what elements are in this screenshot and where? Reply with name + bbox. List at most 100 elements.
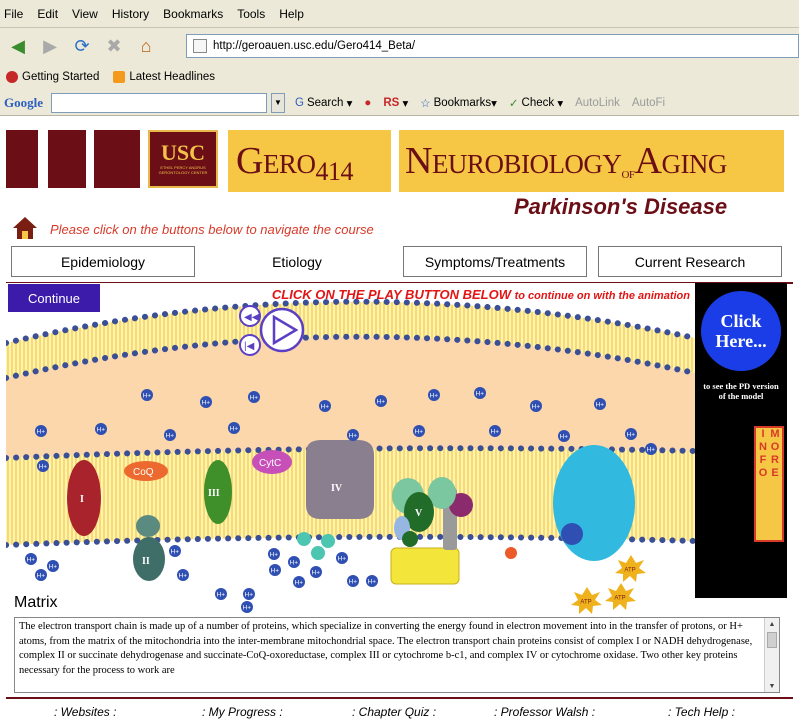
search-icon: G (295, 96, 304, 109)
pd-note: to see the PD version of the model (703, 381, 779, 401)
pagerank-icon[interactable]: ● (364, 97, 371, 109)
hplus-ion-label: H+ (349, 433, 358, 440)
hplus-ion-label: H+ (476, 391, 485, 398)
menu-tools[interactable]: Tools (237, 7, 265, 21)
footer-link-tech-help[interactable]: : Tech Help : (668, 705, 735, 719)
bookmarks-star-button[interactable]: ☆ Bookmarks ▾ (420, 96, 497, 110)
click-here-button[interactable]: Click Here... (701, 291, 781, 371)
description-scrollbar[interactable]: ▲ ▼ (764, 618, 779, 692)
home-icon[interactable] (12, 216, 38, 240)
hplus-ion-label: H+ (290, 560, 299, 567)
autofill-button[interactable]: AutoFi (632, 97, 665, 109)
complex-ii-label: II (142, 556, 150, 567)
svg-text:|◀: |◀ (244, 341, 255, 352)
hplus-ion-label: H+ (37, 573, 46, 580)
footer-link-chapter-quiz[interactable]: : Chapter Quiz : (352, 705, 436, 719)
scroll-thumb[interactable] (767, 632, 777, 648)
course-title-part2: Aging (634, 140, 728, 182)
usc-logo: USC ETHEL PERCY ANDRUS GERONTOLOGY CENTE… (148, 130, 218, 188)
hplus-ion-label: H+ (627, 432, 636, 439)
complex-i-label: I (80, 494, 84, 505)
hplus-ion-label: H+ (271, 568, 280, 575)
pd-side-panel: Click Here... to see the PD version of t… (695, 283, 787, 598)
hplus-ion-label: H+ (270, 552, 279, 559)
usc-logo-text: USC (160, 140, 205, 166)
coq-label: CoQ (133, 467, 154, 478)
stop-icon[interactable]: ✖ (102, 34, 126, 58)
course-code-banner: Gero 414 (228, 130, 391, 192)
google-search-dropdown[interactable]: ▼ (271, 92, 285, 113)
header-bar (94, 130, 140, 188)
bookmark-label: Getting Started (22, 71, 100, 83)
scroll-up-icon[interactable]: ▲ (765, 618, 779, 630)
spellcheck-icon: ✓ (508, 97, 519, 110)
header-bar (6, 130, 38, 188)
spell-check-button[interactable]: ✓ Check ▾ (509, 96, 563, 110)
menu-bookmarks[interactable]: Bookmarks (163, 7, 223, 21)
forward-icon[interactable]: ▶ (38, 34, 62, 58)
google-search-button[interactable]: G Search ▾ (295, 96, 352, 110)
more-info-label: MORE INFO (757, 428, 781, 480)
hplus-ion-label: H+ (171, 549, 180, 556)
home-icon[interactable]: ⌂ (134, 34, 158, 58)
autolink-label: AutoLink (575, 96, 620, 109)
tab-symptoms-treatments[interactable]: Symptoms/Treatments (403, 246, 587, 277)
menu-help[interactable]: Help (279, 7, 304, 21)
footer-link-professor-walsh[interactable]: : Professor Walsh : (494, 705, 595, 719)
bookmark-getting-started[interactable]: Getting Started (6, 71, 99, 83)
hplus-ion-label: H+ (338, 556, 347, 563)
continue-button[interactable]: Continue (8, 284, 100, 312)
reload-icon[interactable]: ⟳ (70, 34, 94, 58)
course-code: Gero (236, 140, 316, 182)
bookmark-latest-headlines[interactable]: Latest Headlines (113, 71, 215, 83)
hplus-ion-label: H+ (491, 429, 500, 436)
svg-text:◀◀: ◀◀ (244, 312, 260, 323)
menu-view[interactable]: View (72, 7, 98, 21)
more-info-button[interactable]: MORE INFO (754, 426, 784, 542)
complex-iii-label: III (208, 488, 220, 499)
hplus-ion-label: H+ (532, 404, 541, 411)
scroll-down-icon[interactable]: ▼ (765, 680, 779, 692)
animation-stage: ◀◀ |◀ I II III IV V CoQ CytC H+ H+ H+ H+… (6, 283, 695, 615)
footer-link-my-progress[interactable]: : My Progress : (202, 705, 283, 719)
description-box[interactable]: The electron transport chain is made up … (14, 617, 780, 693)
google-toolbar: Google ▼ G Search ▾ ● RS ▾ ☆ Bookmarks ▾ ✓ C… (0, 90, 799, 116)
hplus-ion-label: H+ (230, 426, 239, 433)
atp-label: ATP (580, 599, 591, 605)
hplus-ion-label: H+ (143, 393, 152, 400)
rs-button[interactable]: RS ▾ (383, 96, 408, 110)
header-bar (48, 130, 86, 188)
menu-history[interactable]: History (112, 7, 149, 21)
complex-iv-label: IV (331, 483, 343, 494)
complex-ii-top (136, 515, 160, 537)
back-icon[interactable]: ◀ (6, 34, 30, 58)
hplus-ion-label: H+ (245, 592, 254, 599)
hplus-ion-label: H+ (596, 402, 605, 409)
tab-etiology[interactable]: Etiology (205, 246, 389, 277)
tab-epidemiology[interactable]: Epidemiology (11, 246, 195, 277)
tab-current-research[interactable]: Current Research (598, 246, 782, 277)
hplus-ion-label: H+ (377, 399, 386, 406)
browser-menubar: File Edit View History Bookmarks Tools H… (0, 0, 799, 28)
mitochondria-membrane-diagram: ◀◀ |◀ I II III IV V CoQ CytC H+H+H+H+H+H… (6, 298, 695, 614)
hplus-ion-label: H+ (295, 580, 304, 587)
autolink-button[interactable]: AutoLink (575, 97, 620, 109)
url-text[interactable]: http://geroauen.usc.edu/Gero414_Beta/ (213, 40, 415, 52)
menu-edit[interactable]: Edit (37, 7, 58, 21)
bookmarks-toolbar: Getting Started Latest Headlines (0, 64, 799, 90)
footer-link-websites[interactable]: : Websites : (54, 705, 116, 719)
google-search-input[interactable] (51, 92, 267, 113)
footer-divider (6, 697, 793, 699)
menu-file[interactable]: File (4, 7, 23, 21)
google-logo: Google (4, 94, 43, 110)
url-bar[interactable]: http://geroauen.usc.edu/Gero414_Beta/ (186, 34, 799, 58)
hplus-ion-label: H+ (179, 573, 188, 580)
description-text: The electron transport chain is made up … (19, 621, 753, 676)
hplus-ion-label: H+ (312, 570, 321, 577)
check-label: Check (521, 96, 555, 109)
play-prompt-main: CLICK ON THE PLAY BUTTON BELOW (271, 287, 511, 302)
footer-nav: : Websites : : My Progress : : Chapter Q… (0, 703, 799, 721)
hplus-ion-label: H+ (368, 579, 377, 586)
hplus-ion-label: H+ (202, 400, 211, 407)
course-title-part1: Neurobiology (405, 140, 622, 182)
